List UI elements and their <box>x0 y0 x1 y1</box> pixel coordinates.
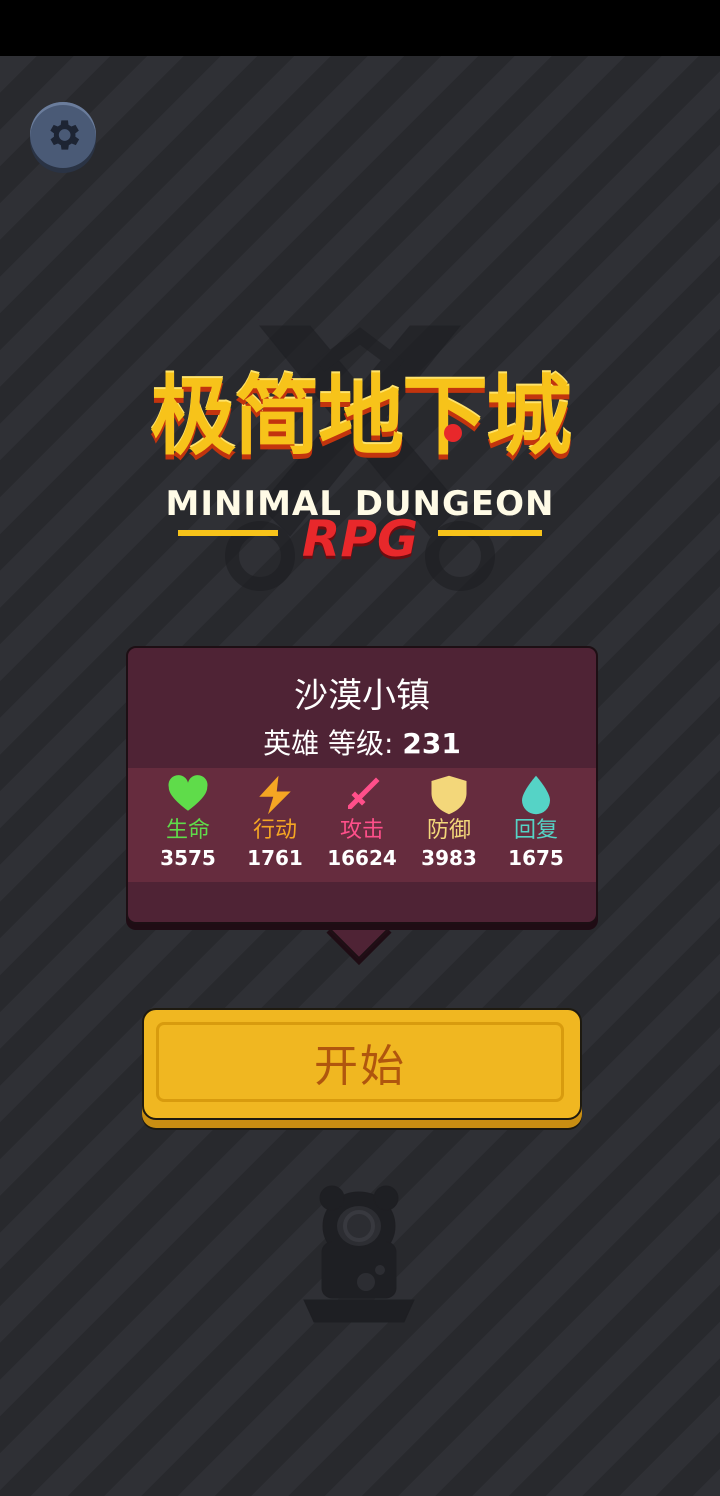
stat-label: 回复 <box>513 818 558 843</box>
start-button[interactable]: 开始 <box>142 1008 582 1120</box>
stat-value: 1761 <box>247 846 303 870</box>
logo-underline-right <box>438 530 542 536</box>
water-drop-icon <box>522 775 550 815</box>
main-screen: 极简地下城 MINIMAL DUNGEON RPG 沙漠小镇 英雄 等级: 23… <box>0 56 720 1496</box>
stats-row: 生命 3575 行动 1761 攻击 16624 防御 3983 回复 1675 <box>128 768 596 882</box>
hero-level-value: 231 <box>402 727 461 760</box>
hero-level: 英雄 等级: 231 <box>128 722 596 762</box>
hero-level-label: 英雄 等级: <box>263 727 403 760</box>
stat-value: 16624 <box>327 846 397 870</box>
logo-subtitle: RPG <box>301 510 419 568</box>
settings-button[interactable] <box>30 102 96 168</box>
lightning-icon <box>259 775 291 815</box>
stat-label: 生命 <box>165 818 210 843</box>
stat-label: 行动 <box>252 818 297 843</box>
logo-title-chinese: 极简地下城 <box>150 367 572 467</box>
stat-value: 3983 <box>421 846 477 870</box>
stat-defense: 防御 3983 <box>409 774 489 872</box>
stat-label: 防御 <box>426 818 471 843</box>
logo-underline-left <box>178 530 278 536</box>
location-name: 沙漠小镇 <box>294 676 430 716</box>
stat-value: 3575 <box>160 846 216 870</box>
logo-red-dot <box>444 424 462 442</box>
mascot-creature-icon <box>303 1185 415 1323</box>
stat-attack: 攻击 16624 <box>322 774 402 872</box>
status-bar <box>0 0 720 56</box>
sword-icon <box>348 777 380 809</box>
start-button-label: 开始 <box>156 1022 564 1102</box>
heart-icon <box>168 775 208 811</box>
stat-recovery: 回复 1675 <box>496 774 576 872</box>
gear-icon <box>50 120 80 150</box>
stat-value: 1675 <box>508 846 564 870</box>
hero-info-card: 沙漠小镇 英雄 等级: 231 生命 3575 行动 1761 攻击 16624… <box>126 646 598 924</box>
stat-action: 行动 1761 <box>235 774 315 872</box>
stat-hp: 生命 3575 <box>148 774 228 872</box>
stat-label: 攻击 <box>339 818 384 843</box>
shield-icon <box>431 775 467 815</box>
